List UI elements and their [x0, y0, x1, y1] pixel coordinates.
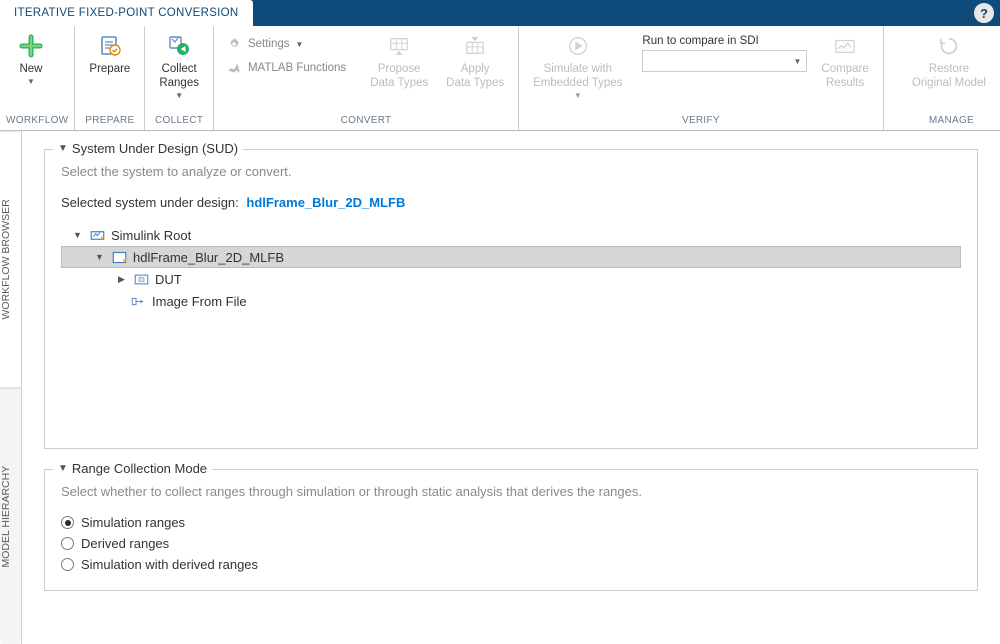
collapse-icon[interactable]: ▼ [72, 230, 83, 241]
settings-button[interactable]: Settings ▼ [220, 34, 352, 54]
chevron-down-icon: ▼ [27, 77, 35, 86]
compare-results-button[interactable]: Compare Results [813, 30, 876, 92]
apply-data-types-button[interactable]: Apply Data Types [438, 30, 512, 92]
propose-icon [385, 32, 413, 60]
collect-ranges-icon [165, 32, 193, 60]
radio-icon [61, 537, 74, 550]
chevron-down-icon: ▼ [794, 57, 802, 66]
group-label-collect: COLLECT [151, 113, 207, 130]
tree-row-dut[interactable]: ▶ DUT [61, 268, 961, 290]
chevron-down-icon: ▼ [175, 91, 183, 100]
chevron-down-icon: ▼ [296, 40, 304, 49]
help-icon[interactable]: ? [974, 3, 994, 23]
prepare-button[interactable]: Prepare [81, 30, 138, 78]
collapse-icon[interactable]: ▼ [58, 463, 68, 474]
selected-system-label: Selected system under design: hdlFrame_B… [61, 195, 961, 210]
sud-description: Select the system to analyze or convert. [61, 164, 961, 179]
group-label-convert: CONVERT [220, 113, 512, 130]
tree-row-simulink-root[interactable]: ▼ Simulink Root [61, 224, 961, 246]
matlab-functions-button[interactable]: MATLAB Functions [220, 58, 352, 78]
block-icon [130, 293, 146, 309]
simulink-icon [89, 227, 105, 243]
model-tree: ▼ Simulink Root ▼ hdlFrame_Blur_2D_MLFB … [61, 224, 961, 312]
compare-results-icon [831, 32, 859, 60]
group-label-prepare: PREPARE [81, 113, 138, 130]
radio-derived-ranges[interactable]: Derived ranges [61, 536, 961, 551]
new-button[interactable]: New ▼ [6, 30, 56, 88]
propose-data-types-button[interactable]: Propose Data Types [362, 30, 436, 92]
radio-simulation-with-derived[interactable]: Simulation with derived ranges [61, 557, 961, 572]
apply-icon [461, 32, 489, 60]
tab-workflow-browser[interactable]: WORKFLOW BROWSER [0, 131, 21, 388]
simulate-icon [564, 32, 592, 60]
collapse-icon[interactable]: ▼ [58, 143, 68, 154]
subsystem-icon [133, 271, 149, 287]
run-compare-dropdown[interactable]: ▼ [642, 50, 807, 72]
chevron-down-icon: ▼ [574, 91, 582, 100]
collect-ranges-button[interactable]: Collect Ranges ▼ [151, 30, 207, 102]
group-label-workflow: WORKFLOW [6, 113, 68, 130]
radio-icon [61, 558, 74, 571]
group-label-verify: VERIFY [525, 113, 877, 130]
toolstrip: New ▼ WORKFLOW Prepare PREPARE Collect R… [0, 26, 1000, 131]
restore-original-button[interactable]: Restore Original Model [904, 30, 994, 92]
collapse-icon[interactable]: ▼ [94, 252, 105, 263]
rcm-radio-group: Simulation ranges Derived ranges Simulat… [61, 515, 961, 572]
rcm-fieldset: ▼Range Collection Mode Select whether to… [44, 469, 978, 591]
radio-simulation-ranges[interactable]: Simulation ranges [61, 515, 961, 530]
group-label-manage: MANAGE [890, 113, 994, 130]
rcm-description: Select whether to collect ranges through… [61, 484, 961, 499]
tree-row-model[interactable]: ▼ hdlFrame_Blur_2D_MLFB [61, 246, 961, 268]
simulate-embedded-button[interactable]: Simulate with Embedded Types ▼ [525, 30, 630, 102]
selected-system-value: hdlFrame_Blur_2D_MLFB [246, 195, 405, 210]
expand-icon[interactable]: ▶ [116, 274, 127, 285]
prepare-icon [96, 32, 124, 60]
tab-iterative-fixed-point[interactable]: ITERATIVE FIXED-POINT CONVERSION [0, 0, 253, 26]
model-icon [111, 249, 127, 265]
restore-icon [935, 32, 963, 60]
tree-row-image-from-file[interactable]: Image From File [61, 290, 961, 312]
new-icon [17, 32, 45, 60]
gear-icon [226, 36, 242, 52]
sud-fieldset: ▼System Under Design (SUD) Select the sy… [44, 149, 978, 449]
run-compare-label: Run to compare in SDI [642, 34, 807, 48]
matlab-icon [226, 60, 242, 76]
radio-icon [61, 516, 74, 529]
tab-model-hierarchy[interactable]: MODEL HIERARCHY [0, 388, 21, 644]
